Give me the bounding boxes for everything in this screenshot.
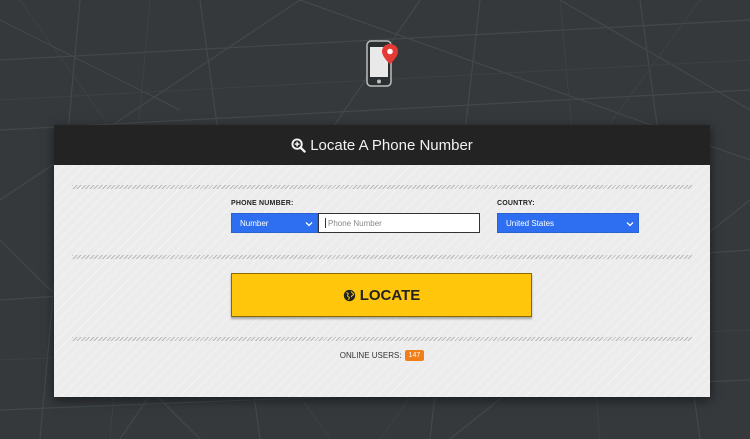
divider (72, 185, 692, 189)
locate-button[interactable]: LOCATE (231, 273, 532, 317)
country-value: United States (506, 218, 555, 228)
text-caret (325, 218, 326, 228)
search-plus-icon (291, 137, 306, 153)
panel-body: PHONE NUMBER: COUNTRY: Number Phone Numb… (54, 165, 710, 397)
chevron-down-icon (305, 222, 313, 227)
phone-number-label: PHONE NUMBER: (231, 200, 294, 207)
country-select[interactable]: United States (497, 213, 639, 233)
phone-location-icon (366, 40, 398, 87)
page-title: Locate A Phone Number (310, 136, 473, 154)
divider (72, 255, 692, 259)
phone-number-input[interactable]: Phone Number (318, 213, 480, 233)
globe-icon (343, 289, 355, 301)
locate-button-label: LOCATE (359, 286, 421, 304)
online-users-label: ONLINE USERS: (339, 351, 402, 360)
panel-header: Locate A Phone Number (54, 125, 710, 165)
online-users-count-badge: 147 (404, 350, 425, 361)
number-type-select[interactable]: Number (231, 213, 318, 233)
chevron-down-icon (626, 222, 634, 227)
phone-number-placeholder: Phone Number (328, 218, 382, 228)
divider (72, 337, 692, 341)
locate-panel: Locate A Phone Number PHONE NUMBER: COUN… (54, 125, 710, 397)
number-type-value: Number (240, 218, 269, 228)
country-label: COUNTRY: (497, 200, 535, 207)
online-users: ONLINE USERS: 147 (54, 350, 710, 361)
